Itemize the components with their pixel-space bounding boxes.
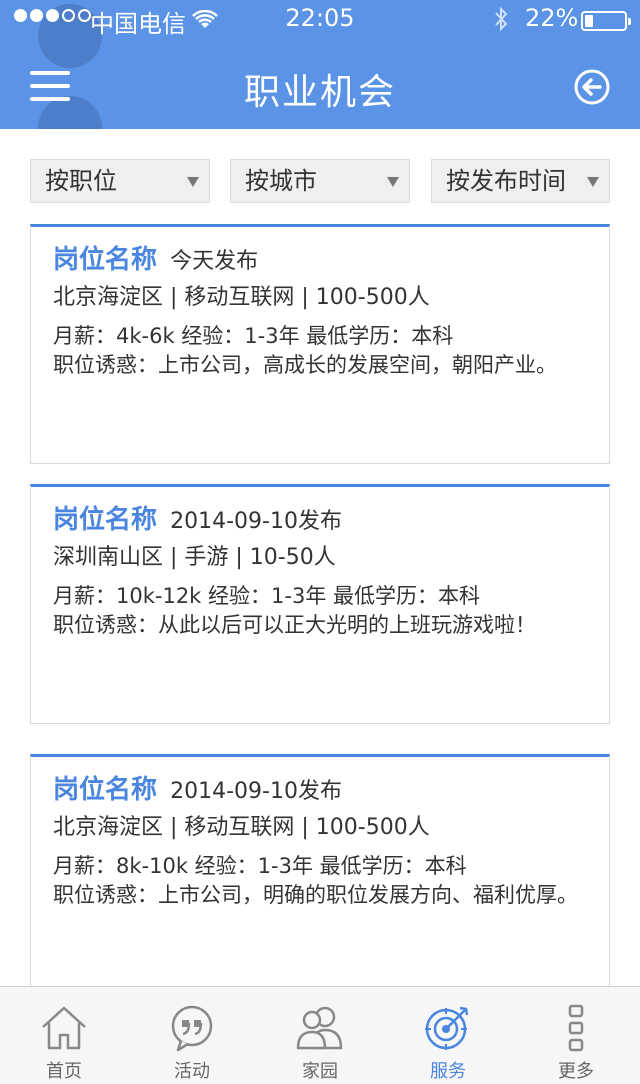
company-info: 深圳南山区 | 手游 | 10-50人 bbox=[53, 545, 336, 570]
tab-bar: 首页 活动 家园 服务 更多 bbox=[0, 986, 640, 1084]
nav-header: 中国电信 22:05 22% 职业机会 bbox=[0, 0, 640, 129]
job-title: 岗位名称 bbox=[53, 505, 158, 535]
page-title: 职业机会 bbox=[243, 72, 396, 113]
filter-bar: 按职位 按城市 按发布时间 bbox=[30, 159, 610, 203]
status-bar: 中国电信 22:05 22% bbox=[0, 0, 640, 40]
tab-home[interactable]: 首页 bbox=[0, 987, 128, 1084]
battery-icon bbox=[581, 11, 631, 31]
company-info: 北京海淀区 | 移动互联网 | 100-500人 bbox=[53, 285, 430, 310]
job-card[interactable]: 岗位名称 2014-09-10发布 深圳南山区 | 手游 | 10-50人 月薪… bbox=[30, 484, 610, 724]
publish-date: 2014-09-10发布 bbox=[170, 509, 342, 534]
tab-more[interactable]: 更多 bbox=[512, 987, 640, 1084]
dropdown-arrow-icon bbox=[387, 177, 399, 187]
filter-by-publish-time[interactable]: 按发布时间 bbox=[431, 159, 610, 203]
tab-label: 家园 bbox=[302, 1061, 338, 1082]
filter-label: 按城市 bbox=[245, 167, 317, 195]
tab-home-garden[interactable]: 家园 bbox=[256, 987, 384, 1084]
salary-info: 月薪：8k-10k 经验：1-3年 最低学历：本科 bbox=[53, 854, 467, 878]
battery-percent: 22% bbox=[525, 4, 579, 32]
home-icon bbox=[42, 1006, 86, 1050]
job-card[interactable]: 岗位名称 今天发布 北京海淀区 | 移动互联网 | 100-500人 月薪：4k… bbox=[30, 224, 610, 464]
job-perk: 职位诱惑：上市公司，高成长的发展空间，朝阳产业。 bbox=[53, 353, 557, 377]
tab-label: 活动 bbox=[174, 1061, 210, 1082]
tab-label: 服务 bbox=[430, 1061, 466, 1082]
job-card[interactable]: 岗位名称 2014-09-10发布 北京海淀区 | 移动互联网 | 100-50… bbox=[30, 754, 610, 986]
target-icon bbox=[425, 1006, 469, 1050]
job-title: 岗位名称 bbox=[53, 245, 158, 275]
battery-fill bbox=[585, 15, 594, 27]
tab-activity[interactable]: 活动 bbox=[128, 987, 256, 1084]
salary-info: 月薪：10k-12k 经验：1-3年 最低学历：本科 bbox=[53, 584, 480, 608]
publish-date: 今天发布 bbox=[170, 249, 259, 274]
filter-label: 按职位 bbox=[45, 167, 117, 195]
filter-by-position[interactable]: 按职位 bbox=[30, 159, 210, 203]
tab-service[interactable]: 服务 bbox=[384, 987, 512, 1084]
dropdown-arrow-icon bbox=[587, 177, 599, 187]
company-info: 北京海淀区 | 移动互联网 | 100-500人 bbox=[53, 815, 430, 840]
people-icon bbox=[296, 1006, 343, 1050]
job-perk: 职位诱惑：从此以后可以正大光明的上班玩游戏啦！ bbox=[53, 613, 536, 637]
circle-arrow-left-icon[interactable] bbox=[574, 69, 610, 105]
job-title: 岗位名称 bbox=[53, 775, 158, 805]
filter-by-city[interactable]: 按城市 bbox=[230, 159, 410, 203]
publish-date: 2014-09-10发布 bbox=[170, 779, 342, 804]
filter-label: 按发布时间 bbox=[446, 167, 566, 195]
quote-bubble-icon bbox=[171, 1005, 213, 1052]
bluetooth-icon bbox=[493, 6, 509, 38]
tab-label: 首页 bbox=[46, 1061, 82, 1082]
job-perk: 职位诱惑：上市公司，明确的职位发展方向、福利优厚。 bbox=[53, 883, 578, 907]
dropdown-arrow-icon bbox=[187, 177, 199, 187]
tab-label: 更多 bbox=[558, 1061, 594, 1082]
more-icon bbox=[568, 1004, 584, 1052]
salary-info: 月薪：4k-6k 经验：1-3年 最低学历：本科 bbox=[53, 324, 454, 348]
